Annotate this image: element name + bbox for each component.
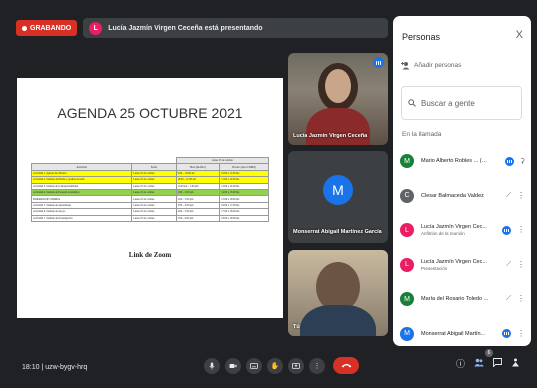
agenda-table: Lunes 25 de octubre Actividad Fecha Hora… xyxy=(30,156,270,222)
activities-icon[interactable] xyxy=(511,358,520,369)
people-icon[interactable] xyxy=(474,358,484,369)
participant-role: Presentación xyxy=(421,265,448,271)
search-input[interactable] xyxy=(421,98,516,108)
recording-dot-icon xyxy=(22,25,27,31)
list-item[interactable]: L Lucía Jazmín Virgen Cec... Presentació… xyxy=(393,248,531,283)
presenting-banner: L Lucía Jazmín Virgen Ceceña está presen… xyxy=(83,18,389,38)
recording-label: GRABANDO xyxy=(30,24,72,32)
tile-name: Tú xyxy=(293,324,300,330)
add-people-button[interactable]: Añadir personas xyxy=(400,61,461,70)
presenter-face-shape xyxy=(325,69,351,103)
presenter-body-shape xyxy=(306,108,370,145)
people-panel: Personas X Añadir personas En la llamada… xyxy=(393,16,531,346)
side-controls: ⓘ xyxy=(456,357,520,370)
list-item[interactable]: M María del Rosario Toledo ... ⟋ ⋮ xyxy=(393,282,531,317)
info-icon[interactable]: ⓘ xyxy=(456,357,465,370)
participant-avatar: L xyxy=(400,257,414,272)
table-cell: 18:00 a 19:00 hrs xyxy=(219,214,269,222)
participant-name: Monserrat Abigail Martín... xyxy=(421,330,486,337)
presenting-text: Lucía Jazmín Virgen Ceceña está presenta… xyxy=(108,24,263,32)
presenter-avatar: L xyxy=(89,21,103,35)
mic-off-icon: ⟋ xyxy=(506,295,511,303)
close-icon[interactable]: X xyxy=(516,29,523,41)
table-row: Actividad 7. Semana de Investigación Lune… xyxy=(30,214,269,222)
list-item[interactable]: M Mario Alberto Robles ... (Tú) ⚳ xyxy=(393,144,531,179)
more-options-icon[interactable]: ⋮ xyxy=(517,226,525,234)
participants-count-badge: 6 xyxy=(485,349,493,357)
add-people-label: Añadir personas xyxy=(414,62,462,69)
presentation-slide: AGENDA 25 OCTUBRE 2021 Lunes 25 de octub… xyxy=(17,78,283,318)
participant-avatar: M xyxy=(323,175,353,205)
end-call-icon xyxy=(341,364,351,368)
self-body-shape xyxy=(300,305,376,336)
tile-name: Monserrat Abigail Martínez García xyxy=(293,229,382,235)
video-tile-presenter[interactable]: Lucía Jazmín Virgen Ceceña xyxy=(288,53,388,145)
chat-icon[interactable] xyxy=(493,358,502,369)
participant-avatar: M xyxy=(400,292,414,307)
recording-badge: GRABANDO xyxy=(16,20,78,36)
add-person-icon xyxy=(401,62,410,70)
call-controls: ✋ ⋮ xyxy=(204,357,359,374)
microphone-icon[interactable] xyxy=(204,357,220,374)
video-tile-monserrat[interactable]: M Monserrat Abigail Martínez García xyxy=(288,151,388,243)
table-body: Actividad 1. Ajustes del Modelo Lunes 25 … xyxy=(30,169,269,222)
speaking-indicator-icon xyxy=(373,57,384,68)
search-people-box[interactable] xyxy=(401,86,522,120)
in-call-heading: En la llamada xyxy=(402,131,442,138)
meeting-time-code: 18:10 | uzw-bygv-hrq xyxy=(22,364,88,371)
participant-list: M Mario Alberto Robles ... (Tú) ⚳ C Cles… xyxy=(393,144,531,346)
speaking-indicator-icon xyxy=(504,156,514,166)
participant-name: Lucía Jazmín Virgen Cec... xyxy=(421,224,487,231)
pin-icon[interactable]: ⚳ xyxy=(520,157,525,165)
participant-name: Clesar Balmaceda Valdez xyxy=(421,192,484,199)
list-item[interactable]: L Lucía Jazmín Virgen Cec... Anfitrión d… xyxy=(393,213,531,248)
more-options-icon[interactable]: ⋮ xyxy=(517,260,525,269)
more-options-icon[interactable]: ⋮ xyxy=(517,295,525,303)
speaking-indicator-icon xyxy=(502,225,511,235)
video-tile-self[interactable]: Tú xyxy=(288,250,388,336)
table-cell: Actividad 7. Semana de Investigación xyxy=(30,214,133,222)
camera-icon[interactable] xyxy=(225,357,241,374)
panel-title: Personas xyxy=(402,32,441,42)
captions-icon[interactable] xyxy=(246,357,262,374)
list-item[interactable]: C Clesar Balmaceda Valdez ⟋ ⋮ xyxy=(393,179,531,214)
table-cell: Lunes 25 de octubre xyxy=(131,214,177,222)
table-cell: 5:00 – 6:00 pm xyxy=(175,214,221,222)
list-item[interactable]: M Monserrat Abigail Martín... ⋮ xyxy=(393,317,531,347)
mic-off-icon: ⟋ xyxy=(506,260,511,268)
present-screen-icon[interactable] xyxy=(288,357,304,374)
search-icon xyxy=(408,99,416,107)
participant-name: María del Rosario Toledo ... xyxy=(421,296,489,303)
participant-avatar: L xyxy=(400,223,414,238)
participant-avatar: C xyxy=(400,188,414,203)
participant-avatar: M xyxy=(400,326,414,341)
speaking-indicator-icon xyxy=(502,329,511,339)
raise-hand-icon[interactable]: ✋ xyxy=(267,357,283,374)
participant-avatar: M xyxy=(400,154,414,169)
more-options-icon[interactable]: ⋮ xyxy=(517,191,525,200)
zoom-link-text[interactable]: Link de Zoom xyxy=(17,251,283,259)
participant-role: Anfitrión de la reunión xyxy=(421,231,465,237)
slide-title: AGENDA 25 OCTUBRE 2021 xyxy=(57,105,243,121)
more-options-icon[interactable]: ⋮ xyxy=(309,357,325,374)
more-options-icon[interactable]: ⋮ xyxy=(517,329,525,338)
top-bar: GRABANDO L Lucía Jazmín Virgen Ceceña es… xyxy=(16,18,389,38)
tile-name: Lucía Jazmín Virgen Ceceña xyxy=(293,133,368,139)
end-call-button[interactable] xyxy=(333,357,359,374)
participant-name: Mario Alberto Robles ... (Tú) xyxy=(421,158,489,165)
mic-off-icon: ⟋ xyxy=(506,191,511,199)
participant-name: Lucía Jazmín Virgen Cec... xyxy=(421,258,487,265)
